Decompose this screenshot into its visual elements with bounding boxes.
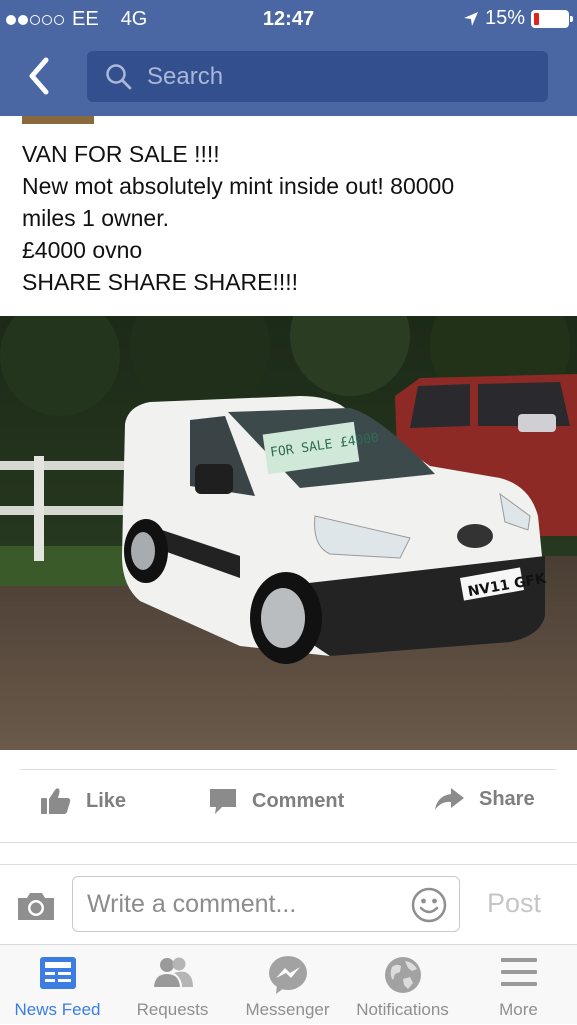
post-line: miles 1 owner. — [22, 205, 170, 231]
share-label: Share — [479, 787, 535, 810]
status-right: 15% — [463, 7, 573, 30]
tab-bar: News Feed Requests Messenger Notificatio… — [0, 944, 577, 1024]
battery-percent: 15% — [484, 7, 525, 29]
comment-input[interactable]: Write a comment... — [72, 876, 460, 932]
location-arrow-icon — [463, 11, 478, 26]
tab-more[interactable]: More — [461, 945, 576, 1025]
camera-button[interactable] — [16, 890, 56, 927]
messenger-icon — [268, 956, 307, 994]
tab-label: More — [499, 1000, 538, 1019]
news-feed-icon — [39, 957, 76, 989]
tab-label: Messenger — [245, 1000, 330, 1019]
search-icon — [106, 63, 132, 89]
like-label: Like — [86, 789, 127, 812]
tab-label: Notifications — [356, 1000, 449, 1019]
menu-icon — [500, 958, 537, 986]
post-text: VAN FOR SALE !!!! New mot absolutely min… — [22, 138, 562, 298]
comment-placeholder: Write a comment... — [87, 889, 297, 918]
requests-icon — [153, 957, 193, 987]
divider — [0, 864, 577, 865]
share-button[interactable]: Share — [433, 786, 535, 812]
like-button[interactable]: Like — [40, 786, 126, 816]
tab-label: News Feed — [14, 1000, 101, 1019]
post-line: New mot absolutely mint inside out! 8000… — [22, 173, 455, 199]
comment-bubble-icon — [210, 789, 236, 814]
post-photo[interactable]: FOR SALE £4000 NV11 GFK — [0, 316, 577, 750]
post-line: VAN FOR SALE !!!! — [22, 141, 220, 167]
back-button[interactable] — [22, 54, 62, 98]
post-actions: Like Comment Share — [0, 770, 577, 842]
battery-icon — [531, 9, 573, 28]
share-arrow-icon — [435, 788, 464, 810]
post-line: £4000 ovno — [22, 237, 143, 263]
tab-notifications[interactable]: Notifications — [345, 945, 460, 1025]
search-placeholder: Search — [147, 62, 224, 90]
tab-requests[interactable]: Requests — [115, 945, 230, 1025]
smiley-icon[interactable] — [411, 887, 447, 923]
tab-news-feed[interactable]: News Feed — [0, 945, 115, 1025]
globe-icon — [384, 957, 421, 993]
divider — [0, 842, 577, 843]
status-bar: EE 4G 12:47 15% — [0, 0, 577, 38]
comment-button[interactable]: Comment — [208, 786, 344, 816]
search-input[interactable]: Search — [87, 51, 548, 102]
tab-label: Requests — [136, 1000, 209, 1019]
post-comment-button[interactable]: Post — [487, 888, 541, 919]
author-avatar-edge — [22, 116, 94, 124]
thumbs-up-icon — [41, 788, 71, 814]
camera-icon — [18, 893, 54, 920]
top-bar: EE 4G 12:47 15% Search — [0, 0, 577, 116]
comment-label: Comment — [252, 789, 345, 812]
post-line: SHARE SHARE SHARE!!!! — [22, 269, 299, 295]
chevron-left-icon — [29, 57, 49, 95]
tab-messenger[interactable]: Messenger — [230, 945, 345, 1025]
